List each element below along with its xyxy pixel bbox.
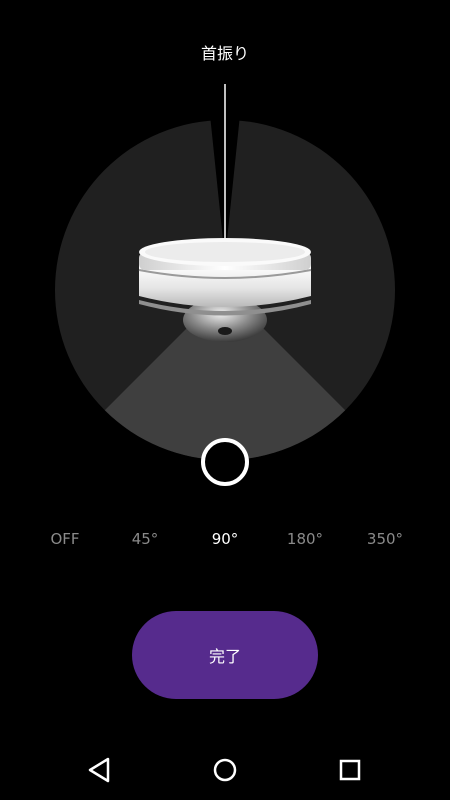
sweep-handle[interactable] (201, 438, 249, 486)
angle-option-90[interactable]: 90° (185, 530, 265, 548)
done-button[interactable]: 完了 (132, 611, 318, 699)
angle-option-off[interactable]: OFF (25, 530, 105, 548)
recents-icon[interactable] (320, 740, 380, 800)
home-icon[interactable] (195, 740, 255, 800)
angle-option-45[interactable]: 45° (105, 530, 185, 548)
back-icon[interactable] (70, 740, 130, 800)
oscillation-dial (55, 84, 395, 486)
system-navigation-bar (0, 740, 450, 800)
oscillation-angle-options: OFF 45° 90° 180° 350° (0, 530, 450, 554)
angle-option-350[interactable]: 350° (345, 530, 425, 548)
angle-option-180[interactable]: 180° (265, 530, 345, 548)
